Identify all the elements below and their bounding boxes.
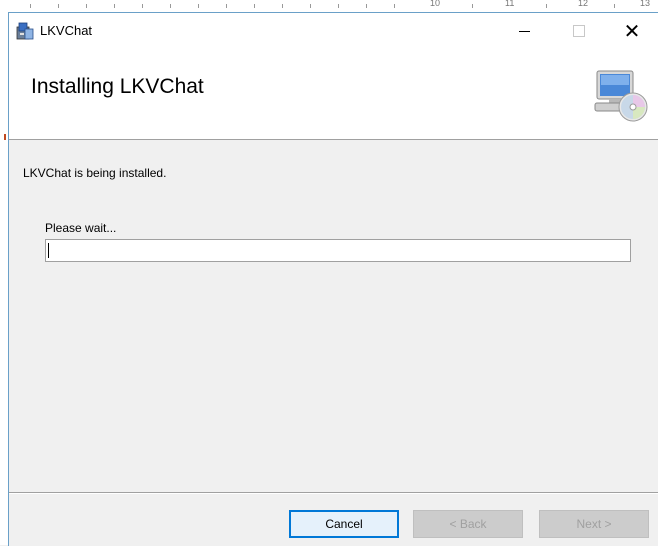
page-title: Installing LKVChat <box>31 75 204 98</box>
maximize-button <box>556 13 602 49</box>
ruler-number: 12 <box>578 0 589 8</box>
install-progress-bar <box>45 239 631 262</box>
background-document-edge <box>0 16 8 545</box>
close-icon: ✕ <box>623 20 641 43</box>
ruler-number: 13 <box>640 0 651 8</box>
ruler-number: 10 <box>430 0 441 8</box>
header-banner: Installing LKVChat <box>9 49 658 140</box>
title-bar[interactable]: LKVChat ✕ <box>9 13 658 49</box>
back-button[interactable]: < Back <box>413 510 523 538</box>
maximize-icon <box>573 25 585 37</box>
next-button[interactable]: Next > <box>539 510 649 538</box>
computer-cd-icon <box>594 70 648 122</box>
installer-window: LKVChat ✕ Installing LKVChat LKVChat is … <box>8 12 658 546</box>
window-title: LKVChat <box>40 23 93 38</box>
ruler-number: 11 <box>505 0 515 8</box>
minimize-button[interactable] <box>501 13 547 49</box>
close-button[interactable]: ✕ <box>609 13 655 49</box>
wait-label: Please wait... <box>45 221 117 235</box>
footer-divider-highlight <box>9 493 658 494</box>
minimize-icon <box>518 30 530 32</box>
installer-app-icon <box>16 22 34 40</box>
install-status-text: LKVChat is being installed. <box>23 166 167 180</box>
cancel-button[interactable]: Cancel <box>289 510 399 538</box>
progress-caret <box>48 243 49 258</box>
